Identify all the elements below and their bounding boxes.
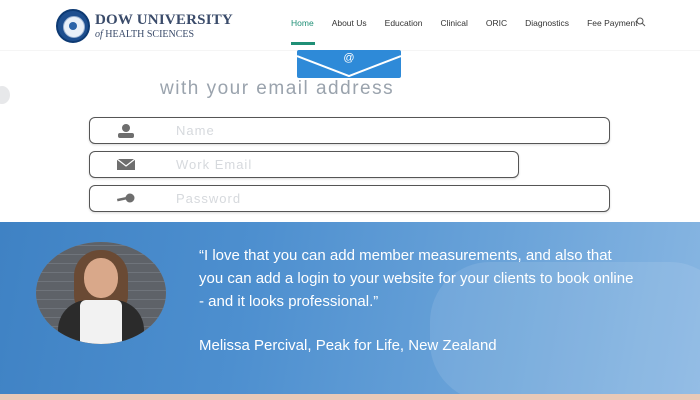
nav-item-oric[interactable]: ORIC — [486, 18, 507, 28]
university-seal-icon — [56, 9, 90, 43]
logo-title: DOW UNIVERSITY — [95, 11, 233, 28]
logo-text: DOW UNIVERSITY of HEALTH SCIENCES — [95, 11, 233, 40]
password-field[interactable]: Password — [89, 185, 610, 212]
active-nav-indicator — [291, 42, 315, 45]
envelope-small-icon — [116, 158, 136, 170]
password-placeholder: Password — [176, 191, 242, 206]
site-header: DOW UNIVERSITY of HEALTH SCIENCES Home A… — [0, 0, 700, 50]
name-placeholder: Name — [176, 123, 215, 138]
university-logo[interactable]: DOW UNIVERSITY of HEALTH SCIENCES — [56, 9, 233, 43]
nav-item-about-us[interactable]: About Us — [332, 18, 367, 28]
main-nav: Home About Us Education Clinical ORIC Di… — [291, 18, 656, 28]
nav-item-fee-payment[interactable]: Fee Payment — [587, 18, 638, 28]
work-email-placeholder: Work Email — [176, 157, 253, 172]
signup-tagline: with your email address — [160, 78, 395, 99]
logo-subtitle: of HEALTH SCIENCES — [95, 28, 195, 40]
section-divider — [0, 394, 700, 400]
testimonial-avatar — [36, 242, 166, 344]
testimonial-author: Melissa Percival, Peak for Life, New Zea… — [199, 337, 497, 354]
nav-item-education[interactable]: Education — [385, 18, 423, 28]
nav-item-clinical[interactable]: Clinical — [440, 18, 467, 28]
search-icon[interactable] — [636, 17, 646, 27]
key-icon — [116, 193, 135, 203]
user-icon — [118, 124, 134, 138]
nav-item-diagnostics[interactable]: Diagnostics — [525, 18, 569, 28]
testimonial-quote: “I love that you can add member measurem… — [199, 247, 634, 310]
at-sign: @ — [343, 52, 355, 64]
nav-item-home[interactable]: Home — [291, 18, 314, 28]
name-field[interactable]: Name — [89, 117, 610, 144]
work-email-field[interactable]: Work Email — [89, 151, 519, 178]
side-tab[interactable] — [0, 86, 10, 104]
